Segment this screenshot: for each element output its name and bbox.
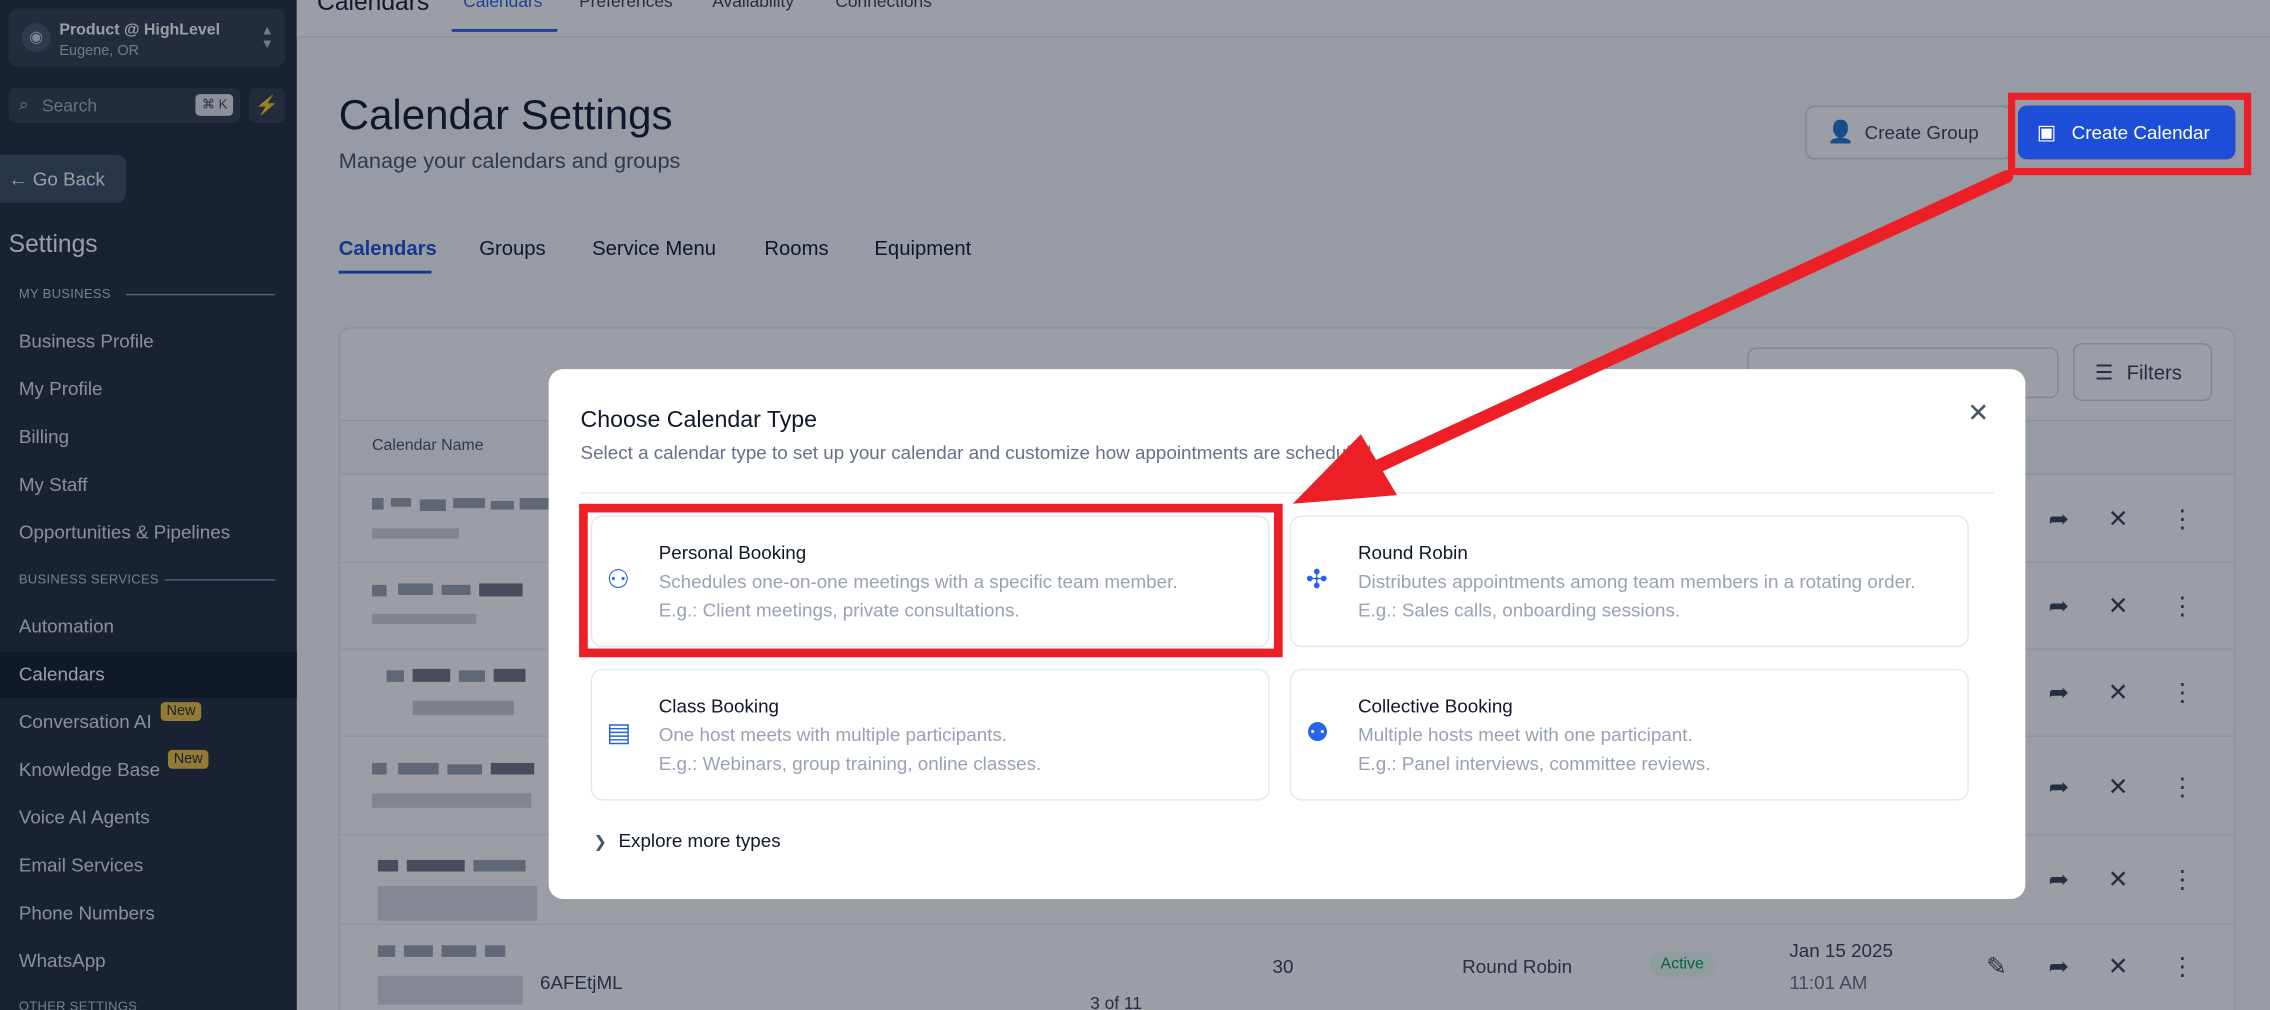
annotation-highlight-personal-booking (579, 503, 1283, 658)
explore-more-types[interactable]: ❯ Explore more types (594, 830, 781, 852)
card-description: Distributes appointments among team memb… (1357, 570, 1916, 593)
divider (580, 492, 1994, 494)
modal-title: Choose Calendar Type (580, 408, 818, 433)
card-example: E.g.: Panel interviews, committee review… (1357, 752, 1711, 775)
round-robin-icon: ✣ (1305, 564, 1328, 594)
card-class-booking[interactable]: ▤ Class Booking One host meets with mult… (590, 668, 1270, 801)
card-example: E.g.: Webinars, group training, online c… (658, 752, 1042, 775)
modal-subtitle: Select a calendar type to set up your ca… (580, 441, 1377, 464)
chevron-right-icon: ❯ (593, 833, 607, 852)
card-round-robin[interactable]: ✣ Round Robin Distributes appointments a… (1289, 515, 1969, 648)
card-example: E.g.: Sales calls, onboarding sessions. (1357, 599, 1681, 622)
card-name: Round Robin (1357, 541, 1468, 564)
card-name: Collective Booking (1357, 694, 1513, 717)
class-booking-icon: ▤ (606, 718, 632, 748)
collective-booking-icon: ⚉ (1305, 718, 1330, 748)
annotation-highlight-create-calendar (2007, 92, 2252, 176)
card-collective-booking[interactable]: ⚉ Collective Booking Multiple hosts meet… (1289, 668, 1969, 801)
explore-more-label: Explore more types (618, 829, 781, 852)
close-icon[interactable]: ✕ (1967, 398, 1989, 428)
card-name: Class Booking (658, 694, 780, 717)
card-description: Multiple hosts meet with one participant… (1357, 723, 1693, 746)
card-description: One host meets with multiple participant… (658, 723, 1008, 746)
